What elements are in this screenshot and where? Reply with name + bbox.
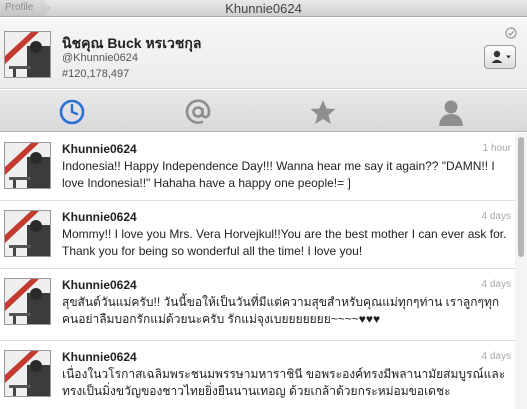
tweet-row[interactable]: Khunnie0624 1 hour Indonesia!! Happy Ind… bbox=[0, 133, 515, 201]
tweet-row[interactable]: Khunnie0624 4 days เนื่องในวโรกาสเฉลิมพร… bbox=[0, 341, 515, 409]
profile-id-number: #120,178,497 bbox=[62, 68, 130, 80]
user-menu-button[interactable] bbox=[484, 45, 516, 69]
avatar-photo bbox=[5, 211, 50, 256]
tweet-text: เนื่องในวโรกาสเฉลิมพระชนมพรรษามหาราชินี … bbox=[62, 367, 506, 398]
avatar-photo bbox=[5, 32, 50, 77]
tweet-time: 4 days bbox=[481, 211, 511, 222]
avatar[interactable] bbox=[4, 210, 51, 257]
avatar[interactable] bbox=[4, 142, 51, 189]
tweet-time: 4 days bbox=[481, 279, 511, 290]
person-dropdown-icon bbox=[491, 50, 511, 63]
profile-header: นิชคุณ Buck หรเวชกุล @Khunnie0624 #120,1… bbox=[0, 18, 527, 89]
person-icon[interactable] bbox=[437, 98, 465, 126]
avatar-photo bbox=[5, 351, 50, 396]
scrollbar-thumb[interactable] bbox=[518, 137, 524, 257]
tweet-row[interactable]: Khunnie0624 4 days สุขสันต์วันแม่ครับ!! … bbox=[0, 269, 515, 341]
tweet-feed: Khunnie0624 1 hour Indonesia!! Happy Ind… bbox=[0, 133, 527, 409]
tweet-text: Mommy!! I love you Mrs. Vera Horvejkul!!… bbox=[62, 227, 507, 258]
tweet-username[interactable]: Khunnie0624 bbox=[62, 142, 137, 156]
tweet-time: 4 days bbox=[481, 351, 511, 362]
profile-handle: @Khunnie0624 bbox=[62, 52, 139, 64]
star-icon[interactable] bbox=[309, 98, 337, 126]
clock-icon[interactable] bbox=[58, 98, 86, 126]
avatar[interactable] bbox=[4, 31, 51, 78]
tweet-text: สุขสันต์วันแม่ครับ!! วันนี้ขอให้เป็นวันท… bbox=[62, 295, 500, 326]
tweet-time: 1 hour bbox=[482, 143, 511, 154]
avatar[interactable] bbox=[4, 350, 51, 397]
tweet-row[interactable]: Khunnie0624 4 days Mommy!! I love you Mr… bbox=[0, 201, 515, 269]
check-circle-icon bbox=[505, 27, 517, 39]
title-bar: Profile Khunnie0624 bbox=[0, 0, 527, 17]
tweet-text: Indonesia!! Happy Independence Day!!! Wa… bbox=[62, 159, 495, 190]
window-title: Khunnie0624 bbox=[225, 1, 302, 16]
tweet-username[interactable]: Khunnie0624 bbox=[62, 350, 137, 364]
avatar-photo bbox=[5, 279, 50, 324]
feed-scrollbar[interactable] bbox=[515, 133, 527, 409]
tweet-username[interactable]: Khunnie0624 bbox=[62, 210, 137, 224]
tab-bar bbox=[0, 90, 527, 132]
avatar-photo bbox=[5, 143, 50, 188]
avatar[interactable] bbox=[4, 278, 51, 325]
at-icon[interactable] bbox=[184, 98, 212, 126]
tweet-username[interactable]: Khunnie0624 bbox=[62, 278, 137, 292]
